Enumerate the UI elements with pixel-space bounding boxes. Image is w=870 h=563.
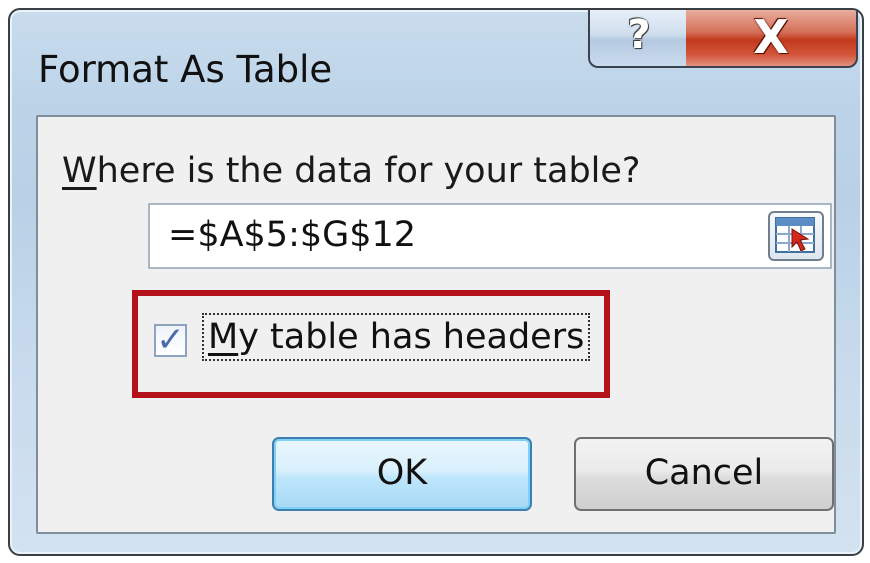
close-icon: X [753, 10, 789, 64]
title-bar[interactable]: Format As Table ? X [10, 10, 862, 114]
dialog-title: Format As Table [38, 48, 333, 91]
format-as-table-dialog: Format As Table ? X Where is the data fo… [8, 8, 864, 556]
ok-button[interactable]: OK [272, 437, 532, 511]
help-icon: ? [627, 12, 651, 58]
checkmark-icon: ✓ [156, 320, 185, 360]
label-accelerator: M [208, 317, 239, 357]
headers-checkbox-label[interactable]: My table has headers [202, 313, 591, 361]
prompt-accelerator: W [62, 151, 97, 191]
data-range-input[interactable]: =$A$5:$G$12 [148, 203, 832, 269]
dialog-body: Where is the data for your table? =$A$5:… [36, 115, 836, 534]
headers-checkbox[interactable]: ✓ [154, 320, 187, 360]
help-button[interactable]: ? [588, 10, 690, 68]
range-selector-button[interactable] [768, 211, 824, 261]
prompt-text: here is the data for your table? [96, 151, 641, 191]
data-range-prompt: Where is the data for your table? [62, 151, 641, 191]
data-range-value: =$A$5:$G$12 [168, 215, 417, 255]
label-text: y table has headers [238, 317, 585, 357]
cancel-button[interactable]: Cancel [574, 437, 834, 511]
close-button[interactable]: X [686, 10, 858, 68]
range-selector-icon [775, 217, 815, 253]
